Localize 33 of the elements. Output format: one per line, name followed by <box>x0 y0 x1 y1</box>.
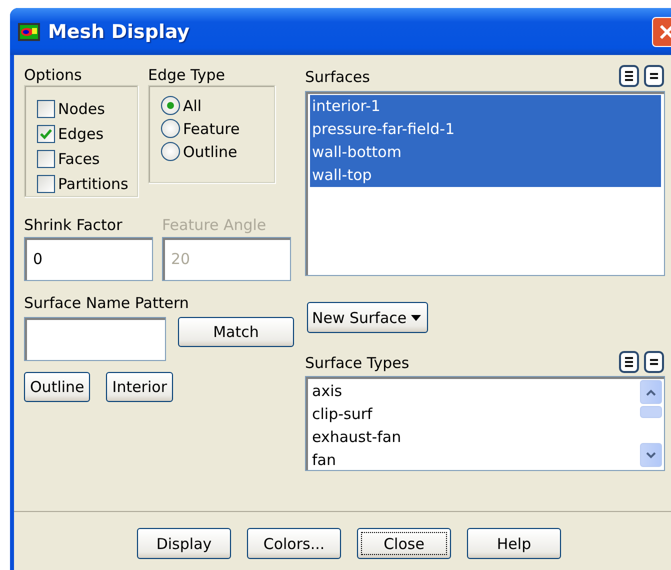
checkbox-label: Faces <box>58 150 100 168</box>
button[interactable]: Colors... <box>247 528 341 559</box>
list-label: Surface Types <box>305 353 410 373</box>
input-field[interactable]: 0 <box>24 237 153 281</box>
list-item[interactable]: axis <box>310 380 640 403</box>
list-item[interactable]: clip-surf <box>310 403 640 426</box>
match-button[interactable]: Match <box>178 317 294 347</box>
checkbox-label: Partitions <box>58 174 128 192</box>
checkbox-label: Nodes <box>58 100 105 118</box>
field-label: Surface Name Pattern <box>24 293 190 313</box>
field-label: Feature Angle <box>162 215 268 235</box>
button[interactable]: Outline <box>24 372 90 402</box>
button[interactable]: Help <box>467 528 561 559</box>
radio-label: All <box>183 96 202 114</box>
group-label: Edge Type <box>148 65 226 85</box>
button[interactable]: Display <box>137 528 231 559</box>
list-item[interactable]: exhaust-fan <box>310 426 640 449</box>
window-title: Mesh Display <box>48 20 191 42</box>
radio-label: Outline <box>183 142 238 160</box>
button[interactable]: Interior <box>106 372 173 402</box>
list-item[interactable]: wall-bottom <box>310 141 661 164</box>
list-item[interactable]: fan <box>310 449 640 472</box>
list-label: Surfaces <box>305 67 370 87</box>
new-surface-dropdown[interactable]: New Surface <box>307 302 428 333</box>
button[interactable]: Close <box>357 528 451 559</box>
field-label: Shrink Factor <box>24 215 124 235</box>
group-label: Options <box>24 65 83 85</box>
checkbox-label: Edges <box>58 124 104 142</box>
list-item[interactable]: pressure-far-field-1 <box>310 118 661 141</box>
radio-label: Feature <box>183 120 240 138</box>
input-field: 20 <box>162 237 291 281</box>
list-item[interactable]: wall-top <box>310 164 661 187</box>
list-item[interactable]: interior-1 <box>310 95 661 118</box>
